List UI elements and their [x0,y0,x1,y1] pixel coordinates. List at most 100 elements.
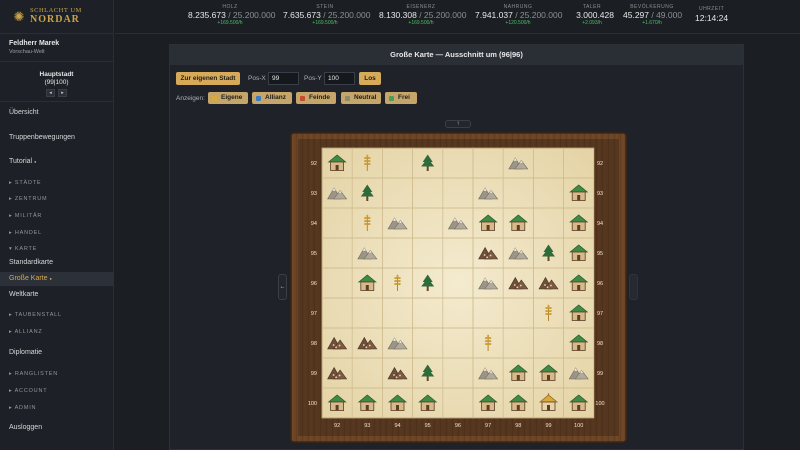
map-tile-empty[interactable] [533,207,564,239]
map-tile-forest[interactable] [533,237,564,269]
map-tile-forest[interactable] [412,147,444,179]
map-tile-mountain[interactable] [502,237,534,269]
map-tile-city[interactable] [502,387,534,419]
map-tile-empty[interactable] [412,177,444,209]
nav-section-military[interactable]: ▸ MILITÄR [0,211,114,221]
map-tile-empty[interactable] [321,297,353,329]
map-tile-empty[interactable] [382,147,413,179]
map-tile-city[interactable] [563,207,595,239]
map-tile-empty[interactable] [382,297,413,329]
map-tile-empty[interactable] [442,297,474,329]
map-tile-owncity[interactable] [533,387,564,419]
map-tile-empty[interactable] [321,267,353,299]
map-tile-empty[interactable] [351,297,383,329]
map-tile-mountain[interactable] [502,147,534,179]
next-city-button[interactable]: ▸ [58,89,67,97]
map-tile-mine[interactable] [472,237,504,269]
map-tile-empty[interactable] [351,357,383,389]
map-tile-empty[interactable] [442,267,474,299]
map-tile-city[interactable] [563,387,595,419]
nav-map-world[interactable]: Weltkarte [0,290,114,300]
nav-troop-movements[interactable]: Truppenbewegungen [0,133,114,143]
map-tile-empty[interactable] [502,297,534,329]
map-tile-mine[interactable] [351,327,383,359]
map-tile-mountain[interactable] [442,207,474,239]
map-tile-city[interactable] [502,207,534,239]
map-tile-empty[interactable] [412,297,444,329]
map-tile-field[interactable] [382,267,413,299]
map-tile-mountain[interactable] [472,357,504,389]
map-tile-city[interactable] [563,297,595,329]
map-tile-city[interactable] [563,327,595,359]
map-tile-empty[interactable] [382,237,413,269]
map-tile-city[interactable] [472,387,504,419]
nav-map-large[interactable]: Große Karte ● [0,272,114,286]
map-tile-city[interactable] [563,267,595,299]
map-tile-city[interactable] [321,387,353,419]
map-tile-empty[interactable] [563,147,595,179]
map-tile-mountain[interactable] [563,357,595,389]
map-tile-field[interactable] [472,327,504,359]
map-tile-mine[interactable] [321,327,353,359]
map-tile-empty[interactable] [442,387,474,419]
map-tile-city[interactable] [563,177,595,209]
map-tile-empty[interactable] [442,327,474,359]
nav-section-admin[interactable]: ▸ ADMIN [0,403,114,413]
map-tile-city[interactable] [533,357,564,389]
nav-section-map[interactable]: ▾ KARTE [0,244,114,254]
map-tile-empty[interactable] [321,237,353,269]
nav-logout[interactable]: Ausloggen [0,423,114,433]
map-tile-empty[interactable] [412,207,444,239]
map-tile-empty[interactable] [502,327,534,359]
nav-section-account[interactable]: ▸ ACCOUNT [0,386,114,396]
map-tile-city[interactable] [412,387,444,419]
map-tile-mountain[interactable] [351,237,383,269]
nav-section-cities[interactable]: ▸ STÄDTE [0,178,114,188]
nav-section-center[interactable]: ▸ ZENTRUM [0,194,114,204]
map-tile-city[interactable] [382,387,413,419]
nav-section-pigeons[interactable]: ▸ TAUBENSTALL [0,310,114,320]
map-tile-empty[interactable] [321,207,353,239]
nav-overview[interactable]: Übersicht [0,108,114,118]
map-tile-forest[interactable] [351,177,383,209]
map-tile-city[interactable] [351,387,383,419]
map-tile-field[interactable] [351,147,383,179]
map-tile-mountain[interactable] [382,327,413,359]
map-tile-empty[interactable] [472,147,504,179]
map-tile-field[interactable] [533,297,564,329]
map-tile-field[interactable] [351,207,383,239]
map-tile-mine[interactable] [382,357,413,389]
map-tile-empty[interactable] [472,297,504,329]
map-tile-city[interactable] [502,357,534,389]
map-tile-city[interactable] [351,267,383,299]
map-tile-mine[interactable] [533,267,564,299]
map-tile-empty[interactable] [442,237,474,269]
nav-section-rankings[interactable]: ▸ RANGLISTEN [0,369,114,379]
prev-city-button[interactable]: ◂ [46,89,55,97]
map-tile-city[interactable] [472,207,504,239]
map-tile-empty[interactable] [533,177,564,209]
map-tile-city[interactable] [321,147,353,179]
map-tile-empty[interactable] [533,327,564,359]
map-tile-empty[interactable] [382,177,413,209]
nav-diplomacy[interactable]: Diplomatie [0,348,114,358]
map-tile-empty[interactable] [442,147,474,179]
map-tile-empty[interactable] [442,177,474,209]
map-tile-mine[interactable] [502,267,534,299]
map-tile-mountain[interactable] [321,177,353,209]
map-tile-mountain[interactable] [382,207,413,239]
map-tile-empty[interactable] [502,177,534,209]
nav-tutorial[interactable]: Tutorial ● [0,157,114,167]
map-tile-city[interactable] [563,237,595,269]
map-tile-empty[interactable] [412,237,444,269]
map-tile-mountain[interactable] [472,267,504,299]
nav-section-trade[interactable]: ▸ HANDEL [0,228,114,238]
logo[interactable]: ✺ SCHLACHT UM NORDAR [0,0,113,34]
map-tile-empty[interactable] [412,327,444,359]
map-tile-mine[interactable] [321,357,353,389]
map-tile-forest[interactable] [412,267,444,299]
map-tile-empty[interactable] [533,147,564,179]
map-tile-forest[interactable] [412,357,444,389]
nav-section-alliance[interactable]: ▸ ALLIANZ [0,327,114,337]
map-tile-mountain[interactable] [472,177,504,209]
